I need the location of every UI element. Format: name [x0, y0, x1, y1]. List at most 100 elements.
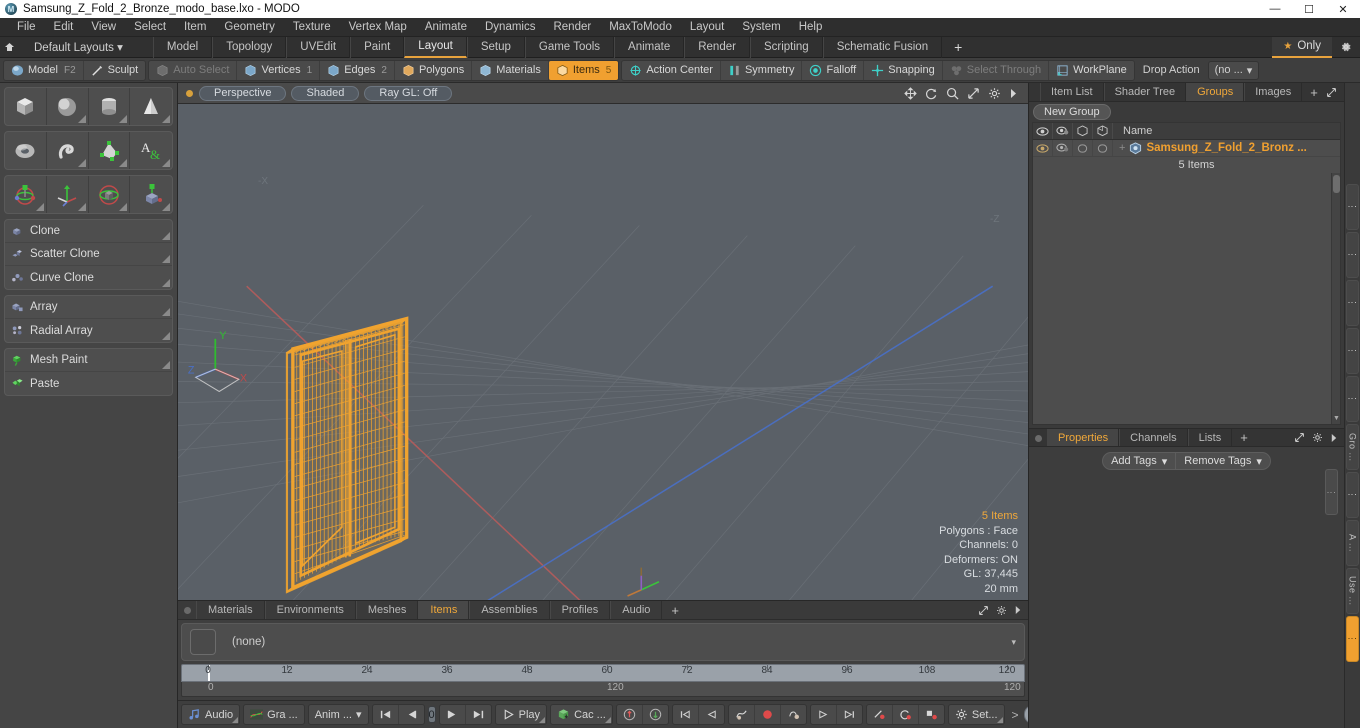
menu-select[interactable]: Select	[125, 18, 175, 37]
default-layouts-dropdown[interactable]: Default Layouts ▾	[26, 40, 131, 54]
key-slope-icon[interactable]	[867, 705, 893, 724]
menu-file[interactable]: File	[8, 18, 45, 37]
key-next-icon[interactable]	[811, 705, 837, 724]
vtab-active[interactable]: ⋮	[1346, 616, 1359, 662]
items-mode-button[interactable]: Items 5	[548, 60, 619, 80]
row-name-cell[interactable]: + Samsung_Z_Fold_2_Bronz ...	[1113, 140, 1340, 156]
vtab-groups[interactable]: Gro ...	[1346, 424, 1359, 470]
current-frame-input[interactable]: 0	[427, 706, 436, 723]
dock-tab-items[interactable]: Items	[418, 601, 470, 619]
key-last-icon[interactable]	[837, 705, 862, 724]
key-up-icon[interactable]	[617, 705, 643, 724]
dock-tab-environments[interactable]: Environments	[264, 601, 356, 619]
dock-content-row[interactable]: (none) ▾	[181, 623, 1025, 661]
row-visibility-toggle[interactable]	[1033, 140, 1053, 156]
row-select-toggle[interactable]	[1093, 140, 1113, 156]
tab-channels[interactable]: Channels	[1119, 429, 1188, 446]
add-layout-tab-button[interactable]: +	[942, 37, 974, 58]
auto-select-button[interactable]: Auto Select	[149, 60, 238, 80]
key-down-icon[interactable]	[643, 705, 668, 724]
gear-icon[interactable]	[996, 605, 1007, 616]
play-button[interactable]: Play	[496, 705, 546, 724]
model-mode-button[interactable]: Model F2	[4, 60, 84, 80]
remove-tags-button[interactable]: Remove Tags ▾	[1176, 452, 1271, 470]
expand-icon[interactable]	[1326, 87, 1337, 98]
skip-first-icon[interactable]	[373, 705, 399, 724]
chevron-down-icon[interactable]: ▾	[1011, 637, 1016, 648]
materials-mode-button[interactable]: Materials	[472, 60, 549, 80]
cone-tool-icon[interactable]	[130, 88, 172, 125]
transform-tool-icon[interactable]	[130, 176, 172, 213]
sculpt-mode-button[interactable]: Sculpt	[84, 61, 146, 80]
select-through-button[interactable]: Select Through	[943, 60, 1050, 80]
dock-add-tab-button[interactable]: +	[662, 601, 688, 619]
polygon-tool-icon[interactable]	[89, 132, 131, 169]
preview-swatch[interactable]	[190, 629, 216, 655]
settings-button[interactable]: Set...	[949, 705, 1004, 724]
tab-groups[interactable]: Groups	[1186, 83, 1245, 101]
tab-render[interactable]: Render	[684, 36, 750, 58]
cache-button[interactable]: Cac ...	[551, 705, 612, 724]
gear-icon[interactable]	[1312, 432, 1323, 443]
menu-view[interactable]: View	[82, 18, 125, 37]
move-tool-icon[interactable]	[47, 176, 89, 213]
dock-tab-profiles[interactable]: Profiles	[549, 601, 611, 619]
key-link-icon[interactable]	[919, 705, 944, 724]
radial-array-button[interactable]: Radial Array	[5, 319, 172, 342]
tab-paint[interactable]: Paint	[350, 36, 405, 58]
rotate-tool-icon[interactable]	[5, 176, 47, 213]
cylinder-tool-icon[interactable]	[89, 88, 131, 125]
edges-mode-button[interactable]: Edges 2	[320, 60, 395, 80]
paste-button[interactable]: Paste	[5, 372, 172, 395]
step-forward-icon[interactable]	[440, 705, 466, 724]
vtab-0[interactable]: ⋮	[1346, 184, 1359, 230]
menu-geometry[interactable]: Geometry	[215, 18, 284, 37]
minimize-button[interactable]: —	[1258, 0, 1292, 18]
scrollbar-thumb[interactable]	[1333, 175, 1340, 193]
table-row[interactable]: + Samsung_Z_Fold_2_Bronz ...	[1033, 140, 1340, 157]
viewport-shading-dropdown[interactable]: Shaded	[291, 85, 360, 101]
capsule-tool-icon[interactable]	[47, 132, 89, 169]
dock-tab-meshes[interactable]: Meshes	[355, 601, 419, 619]
dock-tab-assemblies[interactable]: Assemblies	[469, 601, 550, 619]
timeline-ruler[interactable]: 0 12 24 36 48 60 72 84 96 108 120	[181, 664, 1025, 682]
menu-edit[interactable]: Edit	[45, 18, 83, 37]
dock-tab-audio[interactable]: Audio	[610, 601, 663, 619]
right-panel-add-tab[interactable]: +	[1302, 83, 1326, 101]
expand-icon[interactable]	[967, 87, 980, 100]
mesh-paint-button[interactable]: Mesh Paint	[5, 349, 172, 372]
rotate-icon[interactable]	[925, 87, 938, 100]
array-button[interactable]: Array	[5, 296, 172, 319]
menu-texture[interactable]: Texture	[284, 18, 340, 37]
vtab-6[interactable]: ⋮	[1346, 472, 1359, 518]
properties-menu-dot[interactable]	[1035, 435, 1042, 442]
menu-animate[interactable]: Animate	[416, 18, 476, 37]
tab-topology[interactable]: Topology	[212, 36, 287, 58]
key-record-icon[interactable]	[755, 705, 781, 724]
menu-vertex-map[interactable]: Vertex Map	[340, 18, 416, 37]
tab-scripting[interactable]: Scripting	[749, 36, 823, 58]
vtab-use[interactable]: Use ...	[1346, 568, 1359, 614]
key-curve-icon[interactable]	[729, 705, 755, 724]
arrow-right-icon[interactable]	[1330, 433, 1338, 443]
menu-dynamics[interactable]: Dynamics	[476, 18, 544, 37]
tab-properties[interactable]: Properties	[1047, 429, 1120, 446]
tab-shader-tree[interactable]: Shader Tree	[1103, 83, 1187, 101]
anim-dropdown[interactable]: Anim ... ▾	[309, 705, 368, 724]
symmetry-button[interactable]: Symmetry	[721, 60, 803, 80]
text-tool-icon[interactable]: A &	[130, 132, 172, 169]
new-group-button[interactable]: New Group	[1033, 104, 1111, 120]
menu-system[interactable]: System	[733, 18, 789, 37]
tab-animate[interactable]: Animate	[614, 36, 685, 58]
vtab-4[interactable]: ⋮	[1346, 376, 1359, 422]
gear-icon[interactable]	[1332, 37, 1360, 58]
graph-editor-button[interactable]: Gra ...	[244, 705, 304, 724]
tab-game-tools[interactable]: Game Tools	[524, 36, 615, 58]
zoom-icon[interactable]	[946, 87, 959, 100]
dock-tab-materials[interactable]: Materials	[196, 601, 265, 619]
skip-last-icon[interactable]	[466, 705, 491, 724]
tab-uvedit[interactable]: UVEdit	[286, 36, 351, 58]
menu-item[interactable]: Item	[175, 18, 215, 37]
workplane-button[interactable]: WorkPlane	[1049, 61, 1134, 80]
timeline-range-bar[interactable]: 0 120 120	[181, 682, 1025, 697]
